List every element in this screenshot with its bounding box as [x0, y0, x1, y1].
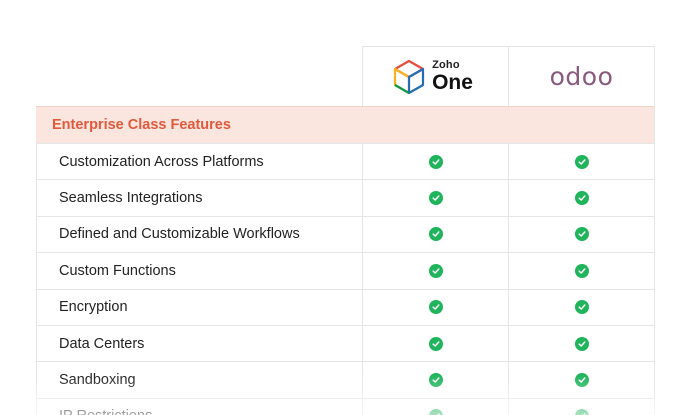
- check-icon: [428, 227, 443, 242]
- section-header: Enterprise Class Features: [36, 106, 654, 143]
- zoho-cell: [362, 289, 508, 325]
- check-icon: [428, 336, 443, 351]
- odoo-logo: odoo: [549, 62, 614, 91]
- zoho-cube-icon: [393, 59, 425, 94]
- zoho-one-logo: Zoho One: [392, 59, 473, 95]
- zoho-cell: [362, 144, 508, 180]
- odoo-cell: [508, 253, 654, 289]
- check-icon: [574, 300, 589, 315]
- check-icon: [574, 336, 589, 351]
- check-icon: [428, 409, 443, 415]
- feature-label: Sandboxing: [59, 372, 136, 389]
- check-icon: [574, 373, 589, 388]
- check-icon: [428, 154, 443, 169]
- zoho-one-column-header: Zoho One: [362, 46, 508, 106]
- zoho-cell: [362, 216, 508, 253]
- odoo-cell: [508, 180, 654, 216]
- check-icon: [428, 191, 443, 206]
- table-row: IP Restrictions: [36, 397, 654, 415]
- check-icon: [574, 227, 589, 242]
- table-row: Encryption: [36, 288, 654, 325]
- check-icon: [574, 409, 589, 415]
- odoo-cell: [508, 289, 654, 325]
- check-icon: [574, 263, 589, 278]
- table-row: Customization Across Platforms: [36, 143, 654, 180]
- odoo-cell: [508, 325, 654, 362]
- zoho-cell: [362, 253, 508, 289]
- table-row: Sandboxing: [36, 361, 654, 398]
- check-icon: [574, 191, 589, 206]
- feature-rows: Customization Across Platforms Seamless …: [36, 143, 654, 415]
- odoo-cell: [508, 398, 654, 415]
- check-icon: [574, 154, 589, 169]
- odoo-cell: [508, 144, 654, 180]
- feature-label: Defined and Customizable Workflows: [59, 226, 300, 243]
- section-title: Enterprise Class Features: [52, 117, 231, 133]
- feature-label: IP Restrictions: [59, 399, 152, 415]
- odoo-cell: [508, 216, 654, 253]
- feature-label: Data Centers: [59, 335, 145, 352]
- table-header: Zoho One odoo: [36, 46, 654, 106]
- zoho-cell: [362, 362, 508, 398]
- zoho-brand-label: Zoho: [432, 59, 460, 71]
- feature-label: Custom Functions: [59, 262, 176, 279]
- feature-label: Encryption: [59, 299, 128, 316]
- comparison-page: Zoho One odoo Enterprise Class Features …: [0, 0, 690, 415]
- table-row: Seamless Integrations: [36, 179, 654, 216]
- comparison-table: Zoho One odoo Enterprise Class Features …: [36, 46, 655, 415]
- odoo-cell: [508, 362, 654, 398]
- feature-label: Customization Across Platforms: [59, 153, 264, 170]
- zoho-cell: [362, 398, 508, 415]
- check-icon: [428, 373, 443, 388]
- one-product-label: One: [432, 71, 473, 94]
- table-row: Custom Functions: [36, 252, 654, 289]
- table-row: Data Centers: [36, 324, 654, 362]
- zoho-cell: [362, 180, 508, 216]
- zoho-cell: [362, 325, 508, 362]
- odoo-column-header: odoo: [508, 46, 654, 106]
- check-icon: [428, 300, 443, 315]
- feature-label: Seamless Integrations: [59, 190, 203, 207]
- table-row: Defined and Customizable Workflows: [36, 215, 654, 253]
- check-icon: [428, 263, 443, 278]
